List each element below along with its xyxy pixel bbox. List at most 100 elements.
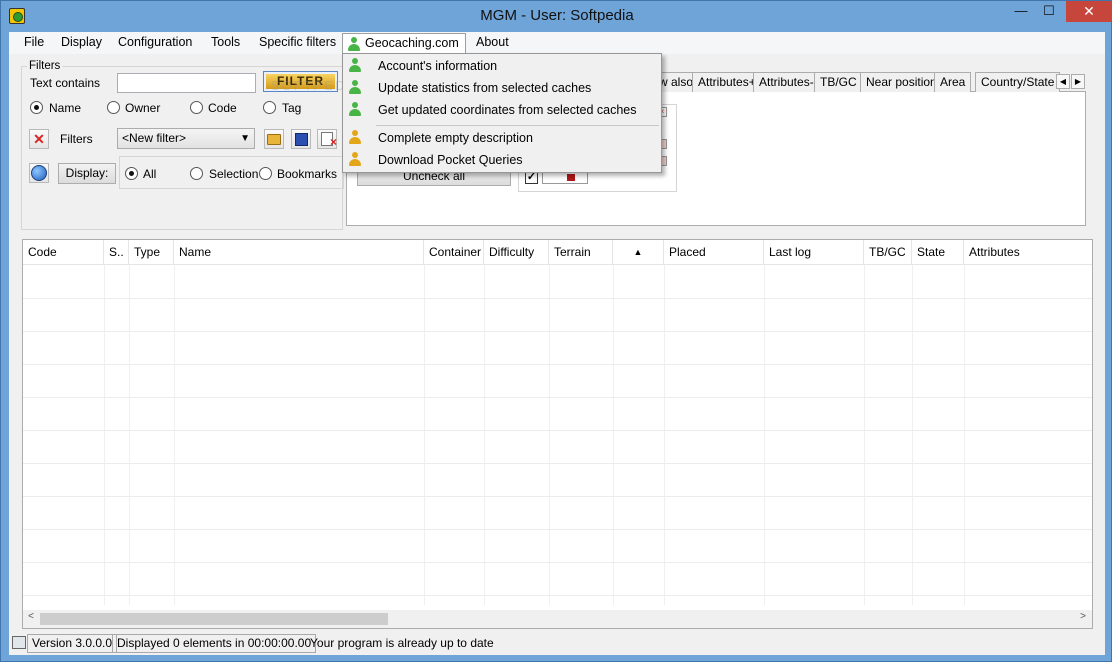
yellow-user-icon	[348, 130, 362, 145]
cache-grid[interactable]: Code S.. Type Name Container Difficulty …	[22, 239, 1093, 629]
col-difficulty[interactable]: Difficulty	[484, 240, 549, 265]
save-icon	[294, 133, 308, 146]
geocaching-user-icon	[347, 37, 361, 52]
menu-bar: File Display Configuration Tools Specifi…	[9, 32, 1105, 55]
menu-about[interactable]: About	[476, 35, 509, 49]
folder-icon	[267, 134, 281, 145]
grid-divider	[964, 265, 965, 605]
clear-filter-button[interactable]: ✕	[29, 129, 49, 149]
menu-geocaching[interactable]: Geocaching.com	[342, 33, 466, 55]
scroll-left-icon[interactable]: <	[23, 611, 39, 622]
tab-scroll-right-icon[interactable]: ▶	[1071, 74, 1085, 89]
grid-row-line	[23, 430, 1092, 431]
text-contains-input[interactable]	[117, 73, 256, 93]
menu-item-updated-coordinates[interactable]: Get updated coordinates from selected ca…	[343, 99, 661, 121]
status-version: Version 3.0.0.0	[27, 634, 118, 653]
menu-file[interactable]: File	[24, 35, 44, 49]
globe-button[interactable]	[29, 163, 49, 183]
chevron-down-icon: ▼	[240, 133, 250, 144]
grid-row-line	[23, 331, 1092, 332]
green-user-icon	[348, 58, 362, 73]
col-type[interactable]: Type	[129, 240, 174, 265]
minimize-button[interactable]: —	[1007, 1, 1035, 22]
grid-horizontal-scrollbar[interactable]: < >	[23, 610, 1092, 628]
open-filter-button[interactable]	[264, 129, 284, 149]
grid-divider	[104, 265, 105, 605]
col-attributes[interactable]: Attributes	[964, 240, 1092, 265]
radio-owner[interactable]	[107, 101, 120, 114]
menu-item-download-pocket-queries[interactable]: Download Pocket Queries	[343, 149, 661, 171]
col-status[interactable]: S..	[104, 240, 129, 265]
radio-bookmarks-label: Bookmarks	[277, 167, 338, 181]
col-last-log[interactable]: Last log	[764, 240, 864, 265]
filter-select-value: <New filter>	[122, 131, 187, 145]
grid-row-line	[23, 364, 1092, 365]
grid-divider	[549, 265, 550, 605]
menu-item-account-info[interactable]: Account's information	[343, 55, 661, 77]
scrollbar-thumb[interactable]	[40, 613, 388, 625]
tab-area[interactable]: Area	[934, 72, 972, 92]
tab-tb-gc[interactable]: TB/GC	[814, 72, 863, 92]
app-window: MGM - User: Softpedia — ☐ ✕ File Display…	[0, 0, 1112, 662]
col-name[interactable]: Name	[174, 240, 424, 265]
green-user-icon	[348, 80, 362, 95]
col-sort-icon[interactable]: ▲	[613, 240, 664, 265]
col-container[interactable]: Container	[424, 240, 484, 265]
col-terrain[interactable]: Terrain	[549, 240, 613, 265]
radio-all[interactable]	[125, 167, 138, 180]
client-area: File Display Configuration Tools Specifi…	[9, 32, 1105, 655]
radio-code[interactable]	[190, 101, 203, 114]
display-button[interactable]: Display:	[58, 163, 116, 184]
radio-all-label: All	[143, 167, 157, 181]
menu-tools[interactable]: Tools	[211, 35, 240, 49]
red-swatch	[567, 174, 575, 181]
delete-filter-button[interactable]	[317, 129, 337, 151]
radio-tag[interactable]	[263, 101, 276, 114]
green-user-icon	[348, 102, 362, 117]
grid-row-line	[23, 562, 1092, 563]
tab-scroll-left-icon[interactable]: ◀	[1056, 74, 1070, 89]
filters-group-title: Filters	[27, 60, 63, 72]
radio-code-label: Code	[208, 101, 237, 115]
filters-label: Filters	[60, 132, 93, 146]
col-tb-gc[interactable]: TB/GC	[864, 240, 912, 265]
col-state[interactable]: State	[912, 240, 964, 265]
grid-divider	[174, 265, 175, 605]
grid-divider	[764, 265, 765, 605]
radio-name-label: Name	[49, 101, 82, 115]
radio-selection[interactable]	[190, 167, 203, 180]
text-contains-label: Text contains	[30, 76, 101, 90]
filter-select[interactable]: <New filter> ▼	[117, 128, 255, 149]
tab-attributes-minus[interactable]: Attributes-	[753, 72, 820, 92]
menu-display[interactable]: Display	[61, 35, 102, 49]
menu-item-complete-description[interactable]: Complete empty description	[343, 127, 661, 149]
col-placed[interactable]: Placed	[664, 240, 764, 265]
close-button[interactable]: ✕	[1066, 1, 1112, 22]
tab-attributes-plus[interactable]: Attributes+	[692, 72, 762, 92]
grid-divider	[129, 265, 130, 605]
scroll-right-icon[interactable]: >	[1075, 611, 1091, 622]
grid-divider	[912, 265, 913, 605]
tab-near-position[interactable]: Near position	[860, 72, 943, 92]
grid-row-line	[23, 463, 1092, 464]
tab-country-state[interactable]: Country/State	[975, 72, 1061, 92]
menu-item-label: Complete empty description	[378, 131, 533, 145]
maximize-button[interactable]: ☐	[1035, 1, 1063, 22]
menu-item-update-statistics[interactable]: Update statistics from selected caches	[343, 77, 661, 99]
menu-separator	[376, 125, 659, 126]
computer-icon	[12, 636, 26, 649]
status-message: Your program is already up to date	[310, 636, 494, 650]
col-code[interactable]: Code	[23, 240, 104, 265]
radio-bookmarks[interactable]	[259, 167, 272, 180]
menu-configuration[interactable]: Configuration	[118, 35, 192, 49]
save-filter-button[interactable]	[291, 129, 311, 149]
radio-owner-label: Owner	[125, 101, 161, 115]
grid-row-line	[23, 298, 1092, 299]
grid-header: Code S.. Type Name Container Difficulty …	[23, 240, 1092, 265]
menu-item-label: Get updated coordinates from selected ca…	[378, 103, 637, 117]
menu-specific-filters[interactable]: Specific filters	[259, 35, 336, 49]
radio-name[interactable]	[30, 101, 43, 114]
grid-divider	[613, 265, 614, 605]
grid-row-line	[23, 529, 1092, 530]
menu-geocaching-label: Geocaching.com	[365, 36, 459, 50]
